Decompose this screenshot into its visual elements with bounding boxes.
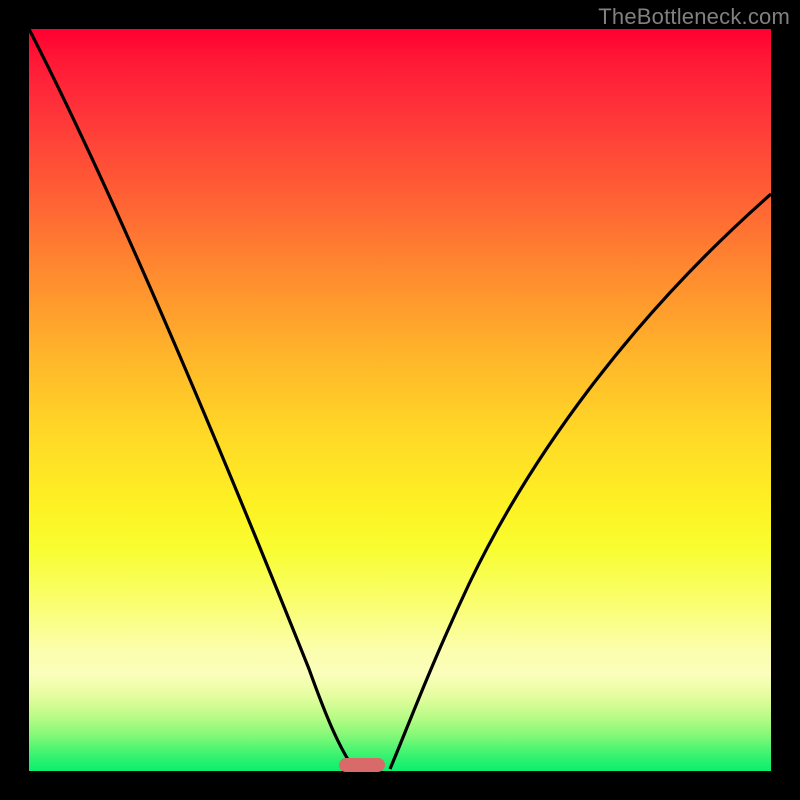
chart-canvas: TheBottleneck.com (0, 0, 800, 800)
gradient-background (29, 29, 771, 771)
minimum-marker (339, 758, 385, 772)
watermark-text: TheBottleneck.com (598, 4, 790, 30)
